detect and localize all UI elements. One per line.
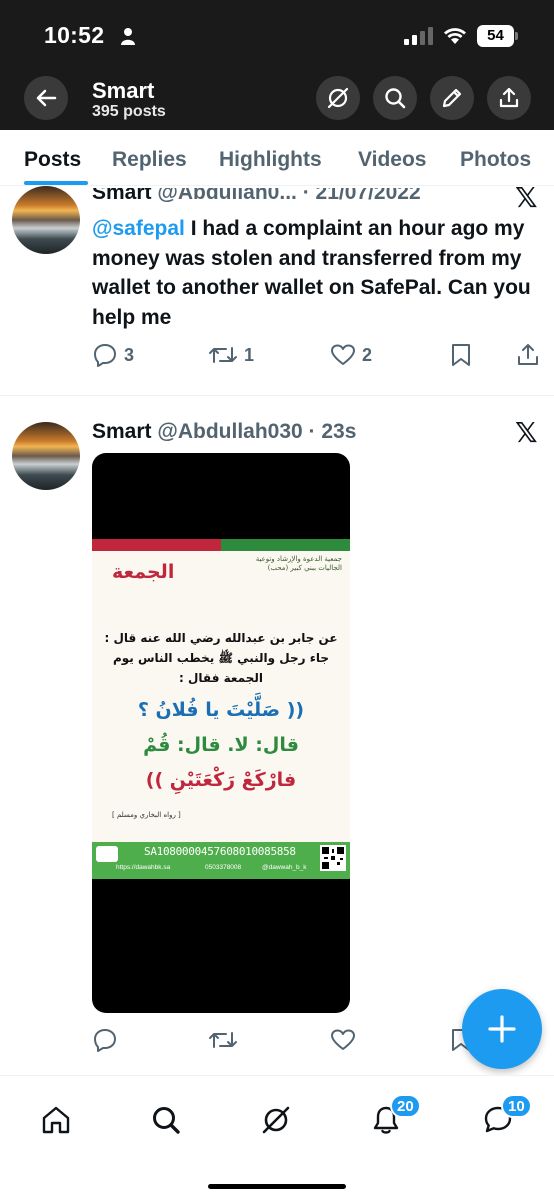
share-profile-button[interactable] — [487, 76, 531, 120]
poster: الجمعة جمعية الدعوة والإرشاد وتوعية الجا… — [92, 539, 350, 879]
poster-line-3: الجمعة فقال : — [179, 671, 263, 685]
poster-handle: @dawwah_b_k — [262, 864, 307, 871]
heart-icon — [331, 344, 355, 365]
author-handle-time: @Abdullah030 · 23s — [157, 420, 357, 443]
search-button[interactable] — [373, 76, 417, 120]
avatar[interactable] — [12, 186, 80, 254]
battery-level: 54 — [477, 25, 514, 47]
tab-highlights[interactable]: Highlights — [219, 148, 322, 172]
tab-videos[interactable]: Videos — [358, 148, 426, 172]
poster-source: [ رواه البخاري ومسلم ] — [112, 811, 181, 819]
wifi-icon — [444, 28, 466, 44]
reply-button[interactable]: 3 — [92, 342, 134, 368]
retweet-count: 1 — [244, 344, 255, 365]
retweet-icon — [209, 347, 237, 363]
status-bar: 10:52 54 — [0, 0, 554, 68]
profile-tabs: Posts Replies Highlights Videos Photos — [0, 130, 554, 186]
arrow-left-icon — [36, 89, 57, 107]
like-button[interactable]: 2 — [330, 342, 372, 368]
reply-count: 3 — [124, 344, 135, 365]
back-button[interactable] — [24, 76, 68, 120]
tab-photos[interactable]: Photos — [460, 148, 531, 172]
notifications-badge: 20 — [390, 1094, 421, 1118]
profile-name: Smart — [92, 78, 155, 103]
poster-org: جمعية الدعوة والإرشاد وتوعية الجاليات بب… — [255, 555, 342, 572]
tweet-header: Smart @Abdullah030 · 23s — [92, 420, 356, 444]
tabs-divider — [0, 185, 554, 186]
focus-person-icon — [121, 28, 135, 45]
qr-code-icon — [320, 845, 346, 871]
retweet-button[interactable]: 1 — [208, 342, 254, 368]
grok-icon[interactable] — [260, 1104, 292, 1136]
tab-replies[interactable]: Replies — [112, 148, 187, 172]
bottom-nav: 20 10 — [0, 1075, 554, 1200]
media-image[interactable]: الجمعة جمعية الدعوة والإرشاد وتوعية الجا… — [92, 453, 350, 1013]
poster-line-4: (( صَلَّيْتَ يا فُلانُ ؟ — [137, 699, 305, 721]
poster-website: https://dawahbk.sa — [116, 864, 171, 871]
grok-icon — [327, 87, 349, 109]
poster-title: الجمعة — [112, 561, 175, 583]
share-button[interactable] — [516, 342, 540, 368]
reply-icon — [94, 1029, 116, 1052]
poster-line-2: جاء رجل والنبي ﷺ يخطب الناس يوم — [112, 651, 330, 665]
plus-icon — [488, 1015, 516, 1043]
like-button[interactable] — [330, 1027, 356, 1053]
post-count: 395 posts — [92, 103, 166, 120]
tweet-text: @safepal I had a complaint an hour ago m… — [92, 214, 532, 332]
battery-tip — [515, 32, 518, 40]
retweet-icon — [209, 1032, 237, 1048]
messages-badge: 10 — [501, 1094, 532, 1118]
compose-button[interactable] — [462, 989, 542, 1069]
heart-icon — [331, 1029, 355, 1050]
author-name[interactable]: Smart — [92, 420, 152, 443]
home-indicator — [208, 1184, 346, 1189]
search-icon — [385, 88, 406, 109]
poster-line-6: فارْكَعْ رَكْعَتَيْنِ )) — [145, 769, 297, 791]
poster-line-1: عن جابر بن عبدالله رضي الله عنه قال : — [104, 631, 338, 645]
tweet-divider — [0, 395, 554, 396]
top-bar: 10:52 54 Smart 395 posts — [0, 0, 554, 130]
like-count: 2 — [362, 344, 373, 365]
edit-button[interactable] — [430, 76, 474, 120]
bookmark-icon — [452, 344, 470, 366]
bookmark-button[interactable] — [450, 342, 472, 368]
poster-top-band — [92, 539, 350, 551]
retweet-button[interactable] — [208, 1027, 238, 1053]
cellular-signal-icon — [404, 27, 433, 45]
search-icon[interactable] — [150, 1104, 182, 1136]
battery-indicator: 54 — [477, 25, 519, 47]
avatar[interactable] — [12, 422, 80, 490]
poster-iban: SA1080000457608010085858 — [144, 845, 296, 858]
poster-footer: SA1080000457608010085858 https://dawahbk… — [92, 842, 350, 879]
grok-button[interactable] — [316, 76, 360, 120]
home-icon[interactable] — [40, 1104, 72, 1136]
poster-line-5: قال: لا. قال: قُمْ — [143, 734, 299, 756]
share-icon — [518, 344, 538, 365]
poster-logo — [96, 846, 118, 862]
poster-phone: 0503378008 — [205, 864, 242, 871]
reply-icon — [94, 344, 116, 367]
tab-posts[interactable]: Posts — [24, 148, 81, 172]
x-logo-icon: 𝕏 — [515, 417, 538, 448]
reply-button[interactable] — [92, 1027, 118, 1053]
pencil-icon — [442, 88, 462, 108]
mention-link[interactable]: @safepal — [92, 217, 185, 240]
status-time: 10:52 — [44, 22, 105, 48]
share-icon — [499, 87, 519, 108]
